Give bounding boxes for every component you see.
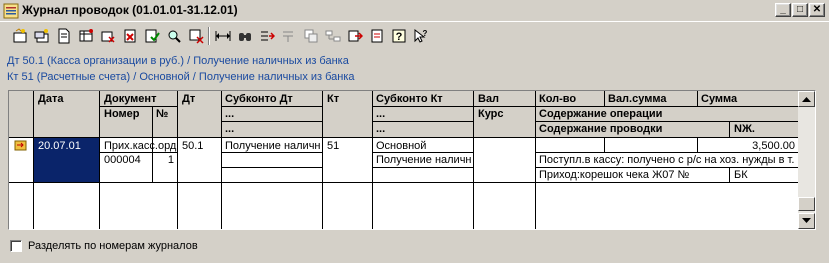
cell-number[interactable]: 000004	[102, 154, 152, 166]
header-val[interactable]: Вал	[476, 93, 534, 105]
header-operation-content[interactable]: Содержание операции	[537, 108, 797, 120]
interval-icon[interactable]	[213, 26, 233, 46]
find-icon[interactable]	[235, 26, 255, 46]
header-subkonto-kt-3[interactable]: ...	[374, 123, 474, 135]
new-icon[interactable]	[10, 26, 30, 46]
table-icon[interactable]	[76, 26, 96, 46]
maximize-button[interactable]: □	[792, 3, 808, 17]
scroll-up-button[interactable]	[798, 91, 815, 107]
move-icon[interactable]	[257, 26, 277, 46]
help-icon[interactable]: ?	[389, 26, 409, 46]
header-subkonto-dt[interactable]: Субконто Дт	[223, 93, 323, 105]
header-kurs[interactable]: Курс	[476, 108, 534, 120]
journal-app-icon	[3, 3, 19, 19]
structure-icon[interactable]	[323, 26, 343, 46]
header-subkonto-dt-3[interactable]: ...	[223, 123, 323, 135]
filter-off-icon[interactable]	[186, 26, 206, 46]
minimize-button[interactable]: _	[775, 3, 791, 17]
cell-subkonto-kt-2[interactable]: Получение наличн	[374, 154, 474, 166]
cell-date[interactable]: 20.07.01	[36, 140, 98, 152]
debit-account-info: Дт 50.1 (Касса организации в руб.) / Пол…	[7, 55, 349, 67]
header-num-sign[interactable]: №	[154, 108, 176, 120]
cell-kt[interactable]: 51	[325, 140, 371, 152]
move-down-icon[interactable]	[279, 26, 299, 46]
arrow-down-icon	[802, 218, 811, 223]
delete-icon[interactable]	[120, 26, 140, 46]
header-kt[interactable]: Кт	[325, 93, 371, 105]
context-help-icon[interactable]: ?	[411, 26, 431, 46]
header-subkonto-kt[interactable]: Субконто Кт	[374, 93, 474, 105]
close-button[interactable]: ✕	[809, 3, 825, 17]
header-number[interactable]: Номер	[102, 108, 152, 120]
cell-document[interactable]: Прих.касс.орд	[102, 140, 178, 152]
cell-subkonto-dt[interactable]: Получение наличн	[223, 140, 323, 152]
header-journal-number[interactable]: NЖ.	[732, 123, 796, 135]
header-date[interactable]: Дата	[36, 93, 100, 105]
toolbar: ? ?	[0, 24, 829, 48]
vertical-scrollbar[interactable]	[798, 91, 815, 229]
svg-text:?: ?	[396, 31, 403, 43]
settings-icon[interactable]	[367, 26, 387, 46]
header-document[interactable]: Документ	[102, 93, 178, 105]
header-entry-content[interactable]: Содержание проводки	[537, 123, 727, 135]
cell-sum[interactable]: 3,500.00	[699, 140, 797, 152]
scroll-thumb[interactable]	[798, 197, 815, 211]
cell-dt[interactable]: 50.1	[180, 140, 220, 152]
header-subkonto-kt-2[interactable]: ...	[374, 108, 474, 120]
title-bar: Журнал проводок (01.01.01-31.12.01) _ □ …	[0, 0, 829, 22]
header-val-sum[interactable]: Вал.сумма	[606, 93, 696, 105]
svg-text:?: ?	[423, 29, 428, 38]
cell-operation-content[interactable]: Поступл.в кассу: получено с р/с на хоз. …	[537, 154, 797, 166]
post-icon[interactable]	[142, 26, 162, 46]
cell-entry-content[interactable]: Приход:корешок чека Ж07 №	[537, 169, 727, 181]
header-qty[interactable]: Кол-во	[537, 93, 603, 105]
cell-subkonto-kt[interactable]: Основной	[374, 140, 474, 152]
toolbar-separator	[208, 27, 210, 45]
delete-mark-icon[interactable]	[98, 26, 118, 46]
arrow-up-icon	[802, 97, 811, 102]
header-dt[interactable]: Дт	[180, 93, 220, 105]
separate-by-journal-checkbox[interactable]	[10, 240, 22, 252]
export-icon[interactable]	[345, 26, 365, 46]
header-sum[interactable]: Сумма	[699, 93, 797, 105]
cell-num[interactable]: 1	[154, 154, 176, 166]
cell-journal-number[interactable]: БК	[732, 169, 796, 181]
window-title: Журнал проводок (01.01.01-31.12.01)	[22, 3, 238, 17]
entries-table: Дата Документ Номер № Дт Субконто Дт ...…	[8, 90, 816, 230]
search-icon[interactable]	[164, 26, 184, 46]
copy-entries-icon[interactable]	[301, 26, 321, 46]
entry-row-icon	[14, 140, 27, 151]
new-copy-icon[interactable]	[32, 26, 52, 46]
separate-by-journal-label: Разделять по номерам журналов	[28, 240, 198, 252]
scroll-down-button[interactable]	[798, 213, 815, 229]
credit-account-info: Кт 51 (Расчетные счета) / Основной / Пол…	[7, 71, 355, 83]
edit-icon[interactable]	[54, 26, 74, 46]
header-subkonto-dt-2[interactable]: ...	[223, 108, 323, 120]
